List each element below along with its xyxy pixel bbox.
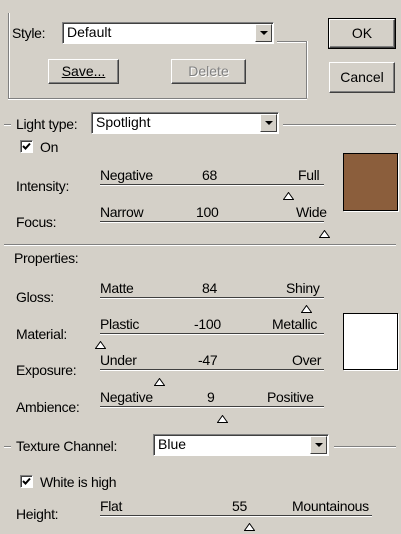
light-type-select-value: Spotlight	[96, 114, 151, 130]
ambience-value: 9	[207, 389, 215, 405]
exposure-slider-thumb[interactable]	[153, 373, 166, 386]
exposure-min-label: Under	[100, 352, 137, 368]
cancel-button-label: Cancel	[340, 69, 384, 85]
light-group-divider-right	[283, 124, 396, 126]
light-on-label: On	[40, 139, 59, 155]
style-label: Style:	[12, 25, 46, 41]
intensity-slider-thumb[interactable]	[282, 187, 295, 200]
texture-divider-left	[4, 446, 11, 448]
texture-channel-select[interactable]: Blue	[153, 434, 329, 456]
delete-button-label: Delete	[188, 63, 229, 79]
light-type-select[interactable]: Spotlight	[91, 112, 279, 134]
texture-channel-label: Texture Channel:	[16, 438, 118, 454]
texture-channel-select-value: Blue	[158, 436, 187, 452]
chevron-down-icon[interactable]	[310, 436, 327, 454]
light-on-checkbox[interactable]	[20, 140, 33, 153]
material-value: -100	[194, 316, 221, 332]
properties-color-swatch[interactable]	[343, 313, 398, 370]
white-is-high-checkbox[interactable]	[20, 475, 33, 488]
intensity-slider-track[interactable]	[100, 184, 324, 186]
cancel-button[interactable]: Cancel	[329, 62, 395, 93]
material-slider-thumb[interactable]	[94, 336, 106, 349]
height-slider-thumb[interactable]	[243, 518, 256, 531]
focus-slider-track[interactable]	[100, 221, 324, 223]
style-select-value: Default	[67, 24, 112, 40]
height-max-label: Mountainous	[292, 498, 369, 514]
height-label: Height:	[16, 506, 59, 522]
gloss-min-label: Matte	[100, 280, 134, 296]
light-color-swatch[interactable]	[343, 153, 398, 211]
focus-max-label: Wide	[296, 204, 327, 220]
light-group-divider-left	[4, 124, 11, 126]
style-group-frame-bottom	[8, 98, 307, 100]
focus-label: Focus:	[16, 214, 57, 230]
light-type-label: Light type:	[16, 116, 78, 132]
ambience-slider-thumb[interactable]	[216, 410, 229, 423]
style-group-frame-right	[306, 41, 308, 98]
style-group-frame-left	[8, 13, 10, 98]
texture-divider-right	[334, 446, 396, 448]
gloss-max-label: Shiny	[286, 280, 320, 296]
focus-value: 100	[196, 204, 219, 220]
chevron-down-icon[interactable]	[260, 114, 277, 132]
height-min-label: Flat	[100, 498, 123, 514]
focus-slider-thumb[interactable]	[318, 225, 330, 238]
intensity-value: 68	[202, 167, 217, 183]
properties-divider	[4, 244, 396, 246]
intensity-min-label: Negative	[100, 167, 153, 183]
properties-title: Properties:	[13, 250, 81, 266]
height-slider-track[interactable]	[100, 515, 372, 517]
exposure-value: -47	[198, 352, 218, 368]
height-value: 55	[232, 498, 247, 514]
ambience-slider-track[interactable]	[100, 406, 324, 408]
exposure-label: Exposure:	[16, 362, 77, 378]
save-button-label: Save...	[61, 63, 106, 79]
focus-min-label: Narrow	[100, 204, 144, 220]
gloss-slider-track[interactable]	[100, 297, 324, 299]
gloss-slider-thumb[interactable]	[300, 300, 313, 313]
gloss-label: Gloss:	[16, 289, 54, 305]
save-button[interactable]: Save...	[48, 59, 119, 84]
material-label: Material:	[16, 326, 67, 342]
style-group-frame-top-right	[277, 41, 306, 43]
ambience-min-label: Negative	[100, 389, 153, 405]
style-select[interactable]: Default	[62, 22, 274, 44]
chevron-down-icon[interactable]	[255, 24, 272, 42]
material-slider-track[interactable]	[100, 333, 324, 335]
delete-button[interactable]: Delete	[171, 59, 246, 84]
exposure-max-label: Over	[292, 352, 322, 368]
material-min-label: Plastic	[100, 316, 140, 332]
ok-button[interactable]: OK	[328, 18, 396, 49]
gloss-value: 84	[202, 280, 217, 296]
white-is-high-label: White is high	[40, 474, 117, 490]
ambience-max-label: Positive	[267, 389, 314, 405]
intensity-max-label: Full	[298, 167, 320, 183]
ambience-label: Ambience:	[16, 399, 80, 415]
material-max-label: Metallic	[272, 316, 318, 332]
intensity-label: Intensity:	[16, 178, 70, 194]
checkmark-icon	[22, 477, 31, 485]
ok-button-label: OK	[351, 25, 373, 41]
exposure-slider-track[interactable]	[100, 369, 324, 371]
checkmark-icon	[22, 142, 31, 150]
